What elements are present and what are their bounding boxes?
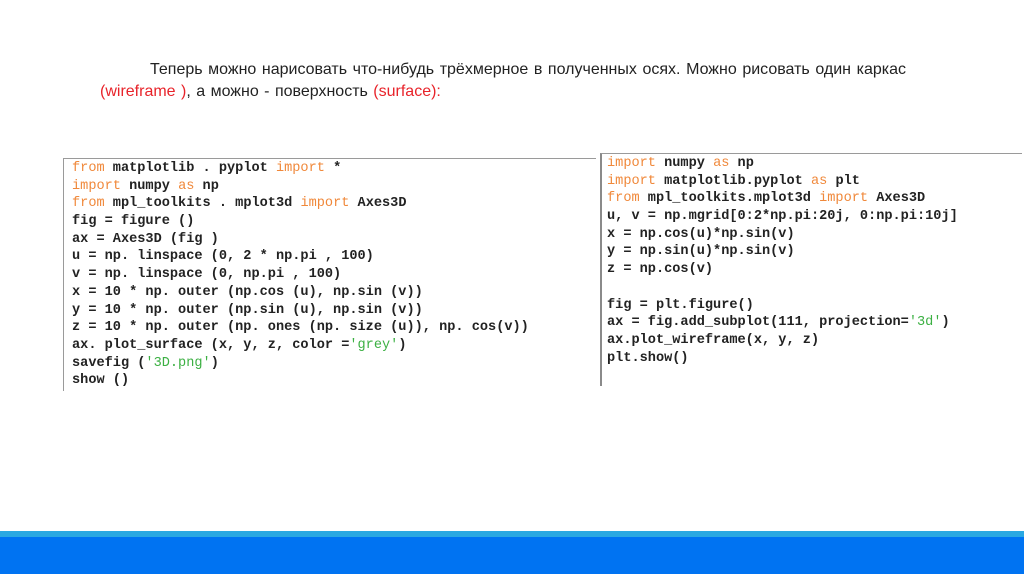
code-text: v = np. linspace (0, np.pi , 100) bbox=[72, 267, 342, 283]
code-text: y = 10 * np. outer (np.sin (u), np.sin (… bbox=[72, 302, 423, 318]
code-keyword: from bbox=[72, 161, 105, 176]
code-text: u, v = np.mgrid[0:2*np.pi:20j, 0:np.pi:1… bbox=[607, 209, 958, 225]
code-line: z = np.cos(v) bbox=[607, 261, 958, 279]
code-line: y = 10 * np. outer (np.sin (u), np.sin (… bbox=[72, 302, 529, 320]
code-line: y = np.sin(u)*np.sin(v) bbox=[607, 243, 958, 261]
code-text: z = np.cos(v) bbox=[607, 262, 714, 278]
code-text: ) bbox=[941, 315, 950, 331]
code-text: ) bbox=[398, 337, 407, 353]
code-line: x = 10 * np. outer (np.cos (u), np.sin (… bbox=[72, 284, 529, 302]
code-keyword: import bbox=[607, 156, 656, 171]
code-line: from mpl_toolkits.mplot3d import Axes3D bbox=[607, 190, 958, 208]
code-text: x = np.cos(u)*np.sin(v) bbox=[607, 226, 795, 242]
code-line: z = 10 * np. outer (np. ones (np. size (… bbox=[72, 319, 529, 337]
code-text: u = np. linspace (0, 2 * np.pi , 100) bbox=[72, 249, 374, 265]
code-text: y = np.sin(u)*np.sin(v) bbox=[607, 244, 795, 260]
code-text: ) bbox=[210, 355, 219, 371]
code-line: import numpy as np bbox=[607, 155, 958, 173]
code-text: fig = plt.figure() bbox=[607, 297, 754, 313]
code-text: Axes3D bbox=[868, 191, 926, 207]
code-line: ax.plot_wireframe(x, y, z) bbox=[607, 332, 958, 350]
intro-paragraph: Теперь можно нарисовать что-нибудь трёхм… bbox=[100, 59, 906, 103]
code-line: import numpy as np bbox=[72, 178, 529, 196]
intro-text-2: , а можно - поверхность bbox=[186, 83, 374, 100]
code-text: np bbox=[729, 156, 754, 171]
code-text: matplotlib . pyplot bbox=[104, 161, 276, 176]
code-keyword: as bbox=[810, 173, 828, 189]
wireframe-term: (wireframe ) bbox=[100, 83, 187, 100]
code-line: plt.show() bbox=[607, 350, 958, 368]
code-text: z = 10 * np. outer (np. ones (np. size (… bbox=[72, 320, 529, 336]
code-keyword: import bbox=[819, 191, 869, 207]
code-text: x = 10 * np. outer (np.cos (u), np.sin (… bbox=[72, 284, 423, 300]
code-line: ax = Axes3D (fig ) bbox=[72, 231, 529, 249]
code-string: '3d' bbox=[908, 315, 942, 331]
code-line: u, v = np.mgrid[0:2*np.pi:20j, 0:np.pi:1… bbox=[607, 208, 958, 226]
code-keyword: from bbox=[607, 191, 640, 207]
code-line: show () bbox=[72, 372, 529, 390]
code-text: Axes3D bbox=[349, 196, 407, 212]
code-text: mpl_toolkits . mplot3d bbox=[104, 196, 301, 212]
code-text: ax. plot_surface (x, y, z, color = bbox=[72, 337, 350, 353]
code-text: np bbox=[194, 178, 219, 194]
code-text: ax.plot_wireframe(x, y, z) bbox=[607, 332, 820, 348]
code-keyword: from bbox=[72, 196, 105, 212]
code-string: '3D.png' bbox=[145, 355, 211, 371]
code-text: numpy bbox=[120, 178, 179, 194]
code-keyword: import bbox=[300, 196, 350, 212]
code-line: ax = fig.add_subplot(111, projection='3d… bbox=[607, 314, 958, 332]
code-text: show () bbox=[72, 373, 130, 389]
code-line: from matplotlib . pyplot import * bbox=[72, 160, 529, 178]
code-text: plt.show() bbox=[607, 350, 689, 366]
code-text: savefig ( bbox=[72, 355, 146, 371]
code-line: x = np.cos(u)*np.sin(v) bbox=[607, 226, 958, 244]
code-listing-surface: from matplotlib . pyplot import * import … bbox=[72, 160, 529, 390]
code-keyword: import bbox=[72, 178, 121, 194]
code-keyword: as bbox=[713, 156, 730, 171]
code-keyword: as bbox=[178, 178, 195, 194]
code-text: matplotlib.pyplot bbox=[655, 173, 811, 189]
code-line: u = np. linspace (0, 2 * np.pi , 100) bbox=[72, 248, 529, 266]
code-line: ax. plot_surface (x, y, z, color ='grey'… bbox=[72, 337, 529, 355]
code-text: mpl_toolkits.mplot3d bbox=[639, 191, 820, 207]
surface-term: (surface): bbox=[373, 83, 441, 100]
code-string: 'grey' bbox=[349, 337, 399, 353]
code-text: fig = figure () bbox=[72, 214, 195, 230]
code-line: savefig ('3D.png') bbox=[72, 355, 529, 373]
code-line: from mpl_toolkits . mplot3d import Axes3… bbox=[72, 195, 529, 213]
code-keyword: import bbox=[275, 161, 325, 176]
code-line: v = np. linspace (0, np.pi , 100) bbox=[72, 266, 529, 284]
code-line: fig = plt.figure() bbox=[607, 297, 958, 315]
code-text: ax = fig.add_subplot(111, projection= bbox=[607, 315, 909, 331]
code-text: * bbox=[324, 161, 342, 176]
footer-bar bbox=[0, 537, 1024, 574]
code-text: numpy bbox=[655, 156, 714, 171]
code-keyword: import bbox=[607, 173, 656, 189]
code-text: ax = Axes3D (fig ) bbox=[72, 231, 219, 247]
intro-text-1: Теперь можно нарисовать что-нибудь трёхм… bbox=[150, 61, 906, 78]
code-line: fig = figure () bbox=[72, 213, 529, 231]
code-listing-wireframe: import numpy as np import matplotlib.pypl… bbox=[607, 155, 958, 367]
code-line: import matplotlib.pyplot as plt bbox=[607, 173, 958, 191]
code-text: plt bbox=[827, 173, 860, 189]
